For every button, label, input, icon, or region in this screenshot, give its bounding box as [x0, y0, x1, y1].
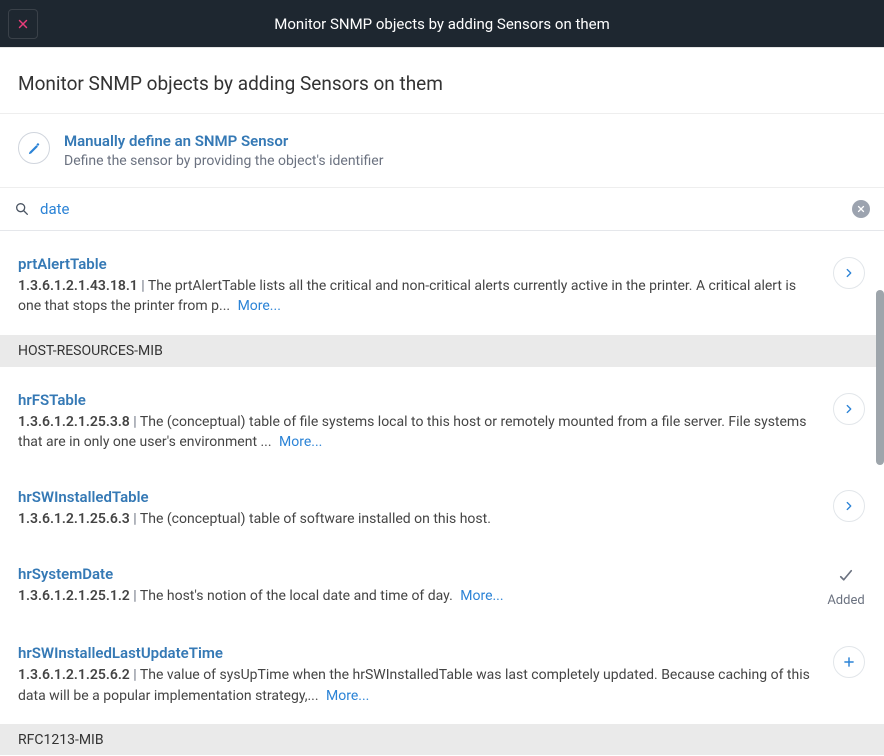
window-title: Monitor SNMP objects by adding Sensors o… — [0, 15, 884, 33]
add-sensor-button[interactable] — [833, 646, 865, 678]
item-desc: 1.3.6.1.2.1.25.3.8 | The (conceptual) ta… — [18, 412, 818, 453]
titlebar: Monitor SNMP objects by adding Sensors o… — [0, 0, 884, 47]
item-name[interactable]: hrSWInstalledLastUpdateTime — [18, 644, 818, 662]
close-button[interactable] — [8, 9, 38, 39]
item-name[interactable]: prtAlertTable — [18, 255, 818, 273]
chevron-right-icon — [842, 402, 856, 416]
more-link[interactable]: More... — [460, 588, 503, 604]
chevron-right-icon — [842, 266, 856, 280]
added-label: Added — [827, 593, 864, 608]
section-header: RFC1213-MIB — [0, 724, 884, 755]
item-desc: 1.3.6.1.2.1.25.6.3 | The (conceptual) ta… — [18, 509, 818, 529]
pencil-icon — [27, 141, 42, 156]
added-indicator: Added — [826, 565, 866, 608]
result-item: hrSystemDate 1.3.6.1.2.1.25.1.2 | The hos… — [0, 547, 884, 626]
chevron-right-icon — [842, 499, 856, 513]
clear-search-button[interactable] — [852, 200, 870, 218]
result-item: hrSWInstalledTable 1.3.6.1.2.1.25.6.3 | T… — [0, 470, 884, 547]
pencil-icon-circle — [18, 132, 50, 164]
result-item: hrSWInstalledLastUpdateTime 1.3.6.1.2.1.2… — [0, 626, 884, 724]
item-desc: 1.3.6.1.2.1.43.18.1 | The prtAlertTable … — [18, 276, 818, 317]
item-desc: 1.3.6.1.2.1.25.1.2 | The host's notion o… — [18, 586, 812, 606]
item-oid: 1.3.6.1.2.1.25.3.8 — [18, 414, 130, 430]
manual-sensor-desc: Define the sensor by providing the objec… — [64, 153, 866, 169]
item-name[interactable]: hrSWInstalledTable — [18, 488, 818, 506]
page-title: Monitor SNMP objects by adding Sensors o… — [18, 72, 866, 95]
manual-sensor-row[interactable]: Manually define an SNMP Sensor Define th… — [0, 114, 884, 188]
item-oid: 1.3.6.1.2.1.25.6.2 — [18, 667, 130, 683]
more-link[interactable]: More... — [326, 688, 369, 704]
check-icon — [837, 567, 855, 585]
clear-icon — [856, 204, 866, 214]
search-icon — [14, 201, 30, 217]
search-row — [0, 188, 884, 231]
plus-icon — [842, 655, 856, 669]
expand-button[interactable] — [833, 490, 865, 522]
expand-button[interactable] — [833, 257, 865, 289]
item-oid: 1.3.6.1.2.1.25.1.2 — [18, 588, 130, 604]
result-item: hrFSTable 1.3.6.1.2.1.25.3.8 | The (conce… — [0, 367, 884, 471]
item-oid: 1.3.6.1.2.1.25.6.3 — [18, 511, 130, 527]
manual-sensor-title: Manually define an SNMP Sensor — [64, 132, 866, 150]
result-item: prtAlertTable 1.3.6.1.2.1.43.18.1 | The p… — [0, 231, 884, 335]
page: Monitor SNMP objects by adding Sensors o… — [0, 47, 884, 756]
scrollbar-thumb[interactable] — [876, 290, 884, 465]
item-name[interactable]: hrFSTable — [18, 391, 818, 409]
results-list: prtAlertTable 1.3.6.1.2.1.43.18.1 | The p… — [0, 231, 884, 755]
close-icon — [16, 17, 30, 31]
item-name[interactable]: hrSystemDate — [18, 565, 812, 583]
item-desc: 1.3.6.1.2.1.25.6.2 | The value of sysUpT… — [18, 665, 818, 706]
more-link[interactable]: More... — [238, 298, 281, 314]
search-input[interactable] — [40, 200, 842, 218]
section-header: HOST-RESOURCES-MIB — [0, 335, 884, 367]
more-link[interactable]: More... — [279, 434, 322, 450]
item-oid: 1.3.6.1.2.1.43.18.1 — [18, 278, 138, 294]
page-header: Monitor SNMP objects by adding Sensors o… — [0, 48, 884, 114]
expand-button[interactable] — [833, 393, 865, 425]
